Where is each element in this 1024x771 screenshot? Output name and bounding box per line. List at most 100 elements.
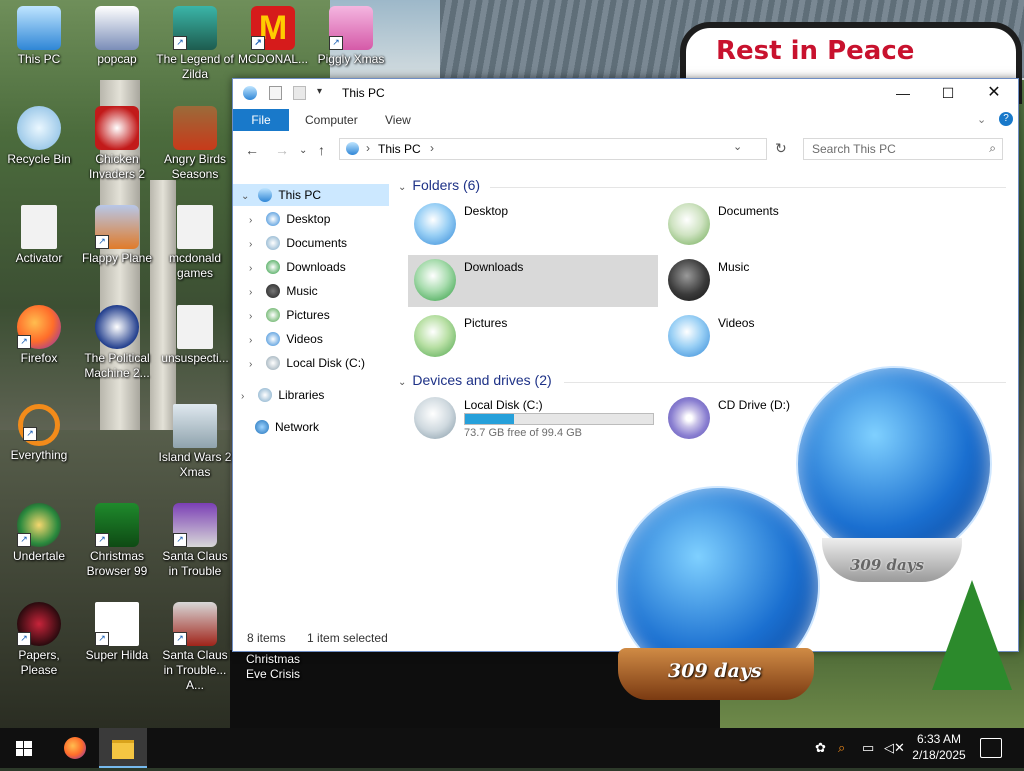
nav-item-pictures[interactable]: › Pictures bbox=[249, 304, 330, 326]
desktop-icon-label: This PC bbox=[17, 52, 61, 66]
nav-item-this-pc[interactable]: ⌄ This PC bbox=[233, 184, 389, 206]
nav-item-libraries[interactable]: › Libraries bbox=[241, 384, 324, 406]
drive-usage-bar bbox=[464, 413, 654, 425]
nav-item-network[interactable]: Network bbox=[255, 416, 319, 438]
desktop-icon-undertale[interactable]: ↗ Undertale bbox=[0, 503, 78, 564]
taskbar-firefox-button[interactable] bbox=[50, 728, 98, 768]
desktop-icon-mcdonald-games[interactable]: mcdonald games bbox=[156, 205, 234, 281]
music-folder-icon bbox=[266, 284, 281, 298]
expand-chevron-icon[interactable]: › bbox=[249, 258, 263, 280]
desktop-icon-christmas-browser-99[interactable]: ↗ Christmas Browser 99 bbox=[78, 503, 156, 579]
tab-view[interactable]: View bbox=[373, 109, 423, 131]
desktop-icon-activator[interactable]: Activator bbox=[0, 205, 78, 266]
folder-tile-documents[interactable]: Documents bbox=[662, 199, 912, 251]
taskbar-file-explorer-button[interactable] bbox=[99, 728, 147, 768]
search-box[interactable]: Search This PC ⌕ bbox=[803, 138, 1003, 160]
nav-item-documents[interactable]: › Documents bbox=[249, 232, 347, 254]
folder-tile-videos[interactable]: Videos bbox=[662, 311, 912, 363]
taskbar-clock[interactable]: 6:33 AM 2/18/2025 bbox=[906, 731, 972, 763]
address-field[interactable]: › This PC › ⌄ bbox=[339, 138, 767, 160]
desktop-icon-chicken-invaders-2[interactable]: Chicken Invaders 2 bbox=[78, 106, 156, 182]
desktop-icon-christmas-eve-crisis[interactable]: Christmas Eve Crisis bbox=[234, 652, 312, 682]
nav-item-videos[interactable]: › Videos bbox=[249, 328, 323, 350]
address-bar-row: ← → ⌄ ↑ › This PC › ⌄ ↻ Search This PC ⌕ bbox=[233, 135, 1018, 165]
drive-tile-local-disk[interactable]: Local Disk (C:) 73.7 GB free of 99.4 GB bbox=[408, 393, 658, 445]
desktop-icon-firefox[interactable]: ↗ Firefox bbox=[0, 305, 78, 366]
collapse-chevron-icon[interactable]: ⌄ bbox=[241, 186, 255, 208]
refresh-icon[interactable]: ↻ bbox=[775, 140, 787, 157]
folder-tile-downloads[interactable]: Downloads bbox=[408, 255, 658, 307]
desktop-icon-santa-claus-in-trouble[interactable]: ↗ Santa Claus in Trouble bbox=[156, 503, 234, 579]
expand-chevron-icon[interactable]: › bbox=[249, 210, 263, 232]
desktop-icon-mcdonal[interactable]: M ↗ MCDONAL... bbox=[234, 6, 312, 67]
nav-item-music[interactable]: › Music bbox=[249, 280, 318, 302]
desktop-icon-flappy-plane[interactable]: ↗ Flappy Plane bbox=[78, 205, 156, 266]
everything-search-icon[interactable]: ⌕ bbox=[838, 740, 845, 756]
nav-item-local-disk[interactable]: › Local Disk (C:) bbox=[249, 352, 365, 374]
folder-tile-music[interactable]: Music bbox=[662, 255, 912, 307]
breadcrumb-separator-icon[interactable]: › bbox=[430, 141, 434, 155]
desktop-icon-label: popcap bbox=[97, 52, 137, 66]
forward-arrow-icon[interactable]: → bbox=[275, 142, 289, 158]
desktop-icon-label: Christmas Eve Crisis bbox=[245, 652, 300, 681]
drives-group-header[interactable]: ⌄ Devices and drives (2) bbox=[398, 372, 552, 388]
desktop-icon-recycle-bin[interactable]: Recycle Bin bbox=[0, 106, 78, 167]
desktop-icon-this-pc[interactable]: This PC bbox=[0, 6, 78, 67]
recent-locations-chevron-icon[interactable]: ⌄ bbox=[299, 145, 307, 156]
folder-tile-desktop[interactable]: Desktop bbox=[408, 199, 658, 251]
music-folder-icon bbox=[668, 259, 710, 301]
pig-icon: ↗ bbox=[329, 6, 373, 50]
nav-item-desktop[interactable]: › Desktop bbox=[249, 208, 330, 230]
up-arrow-icon[interactable]: ↑ bbox=[318, 142, 325, 158]
expand-chevron-icon[interactable]: › bbox=[241, 386, 255, 408]
maximize-button[interactable]: ☐ bbox=[925, 79, 971, 107]
notification-center-icon[interactable] bbox=[980, 738, 1002, 758]
desktop-icon-santa-claus-in-trouble-again[interactable]: ↗ Santa Claus in Trouble... A... bbox=[156, 602, 234, 693]
desktop-icon-everything[interactable]: ↗ Everything bbox=[0, 404, 78, 463]
christmas-tree-icon: ↗ bbox=[95, 503, 139, 547]
search-icon[interactable]: ⌕ bbox=[989, 141, 996, 156]
tab-computer[interactable]: Computer bbox=[293, 109, 370, 131]
expand-chevron-icon[interactable]: › bbox=[249, 306, 263, 328]
desktop-icon-label: Everything bbox=[10, 448, 68, 462]
help-icon[interactable]: ? bbox=[999, 112, 1013, 126]
search-placeholder: Search This PC bbox=[812, 142, 896, 156]
expand-chevron-icon[interactable]: › bbox=[249, 354, 263, 376]
title-bar[interactable]: ▾ This PC — ☐ ✕ bbox=[233, 79, 1018, 107]
new-folder-icon[interactable] bbox=[293, 86, 306, 100]
collapse-chevron-icon[interactable]: ⌄ bbox=[398, 377, 406, 388]
volume-muted-icon[interactable]: ◁✕ bbox=[884, 740, 905, 756]
desktop-icon-popcap[interactable]: popcap bbox=[78, 6, 156, 67]
expand-chevron-icon[interactable]: › bbox=[249, 282, 263, 304]
address-dropdown-icon[interactable]: ⌄ bbox=[733, 140, 742, 153]
start-button[interactable] bbox=[0, 728, 48, 768]
tray-app-icon[interactable]: ✿ bbox=[815, 740, 826, 756]
folder-tile-pictures[interactable]: Pictures bbox=[408, 311, 658, 363]
tab-file[interactable]: File bbox=[233, 109, 289, 131]
firefox-icon: ↗ bbox=[17, 305, 61, 349]
desktop-icon-political-machine[interactable]: The Political Machine 2... bbox=[78, 305, 156, 381]
nav-item-downloads[interactable]: › Downloads bbox=[249, 256, 346, 278]
close-button[interactable]: ✕ bbox=[971, 79, 1017, 107]
properties-icon[interactable] bbox=[269, 86, 282, 100]
desktop-icon-piggly-xmas[interactable]: ↗ Piggly Xmas bbox=[312, 6, 390, 67]
expand-ribbon-icon[interactable]: ⌄ bbox=[977, 113, 986, 126]
folders-group-header[interactable]: ⌄ Folders (6) bbox=[398, 177, 480, 193]
desktop-icon-super-hilda[interactable]: ↗ Super Hilda bbox=[78, 602, 156, 663]
breadcrumb-this-pc[interactable]: This PC bbox=[378, 142, 421, 156]
desktop-icon-papers-please[interactable]: ↗ Papers, Please bbox=[0, 602, 78, 678]
network-icon[interactable]: ▭ bbox=[862, 740, 874, 756]
minimize-button[interactable]: — bbox=[880, 79, 926, 107]
desktop-icon-island-wars-2-xmas[interactable]: Island Wars 2 Xmas bbox=[156, 404, 234, 480]
desktop-icon-legend-of-zilda[interactable]: ↗ The Legend of Zilda bbox=[156, 6, 234, 82]
expand-chevron-icon[interactable]: › bbox=[249, 234, 263, 256]
shortcut-arrow-icon: ↗ bbox=[17, 533, 31, 547]
desktop-icon-unsuspecti[interactable]: unsuspecti... bbox=[156, 305, 234, 366]
windows-logo-icon bbox=[16, 741, 32, 756]
back-arrow-icon[interactable]: ← bbox=[245, 142, 259, 158]
collapse-chevron-icon[interactable]: ⌄ bbox=[398, 182, 406, 193]
desktop-icon-angry-birds-seasons[interactable]: Angry Birds Seasons bbox=[156, 106, 234, 182]
tab-computer-label: Computer bbox=[305, 113, 358, 127]
expand-chevron-icon[interactable]: › bbox=[249, 330, 263, 352]
customize-quick-access-icon[interactable]: ▾ bbox=[317, 86, 331, 100]
